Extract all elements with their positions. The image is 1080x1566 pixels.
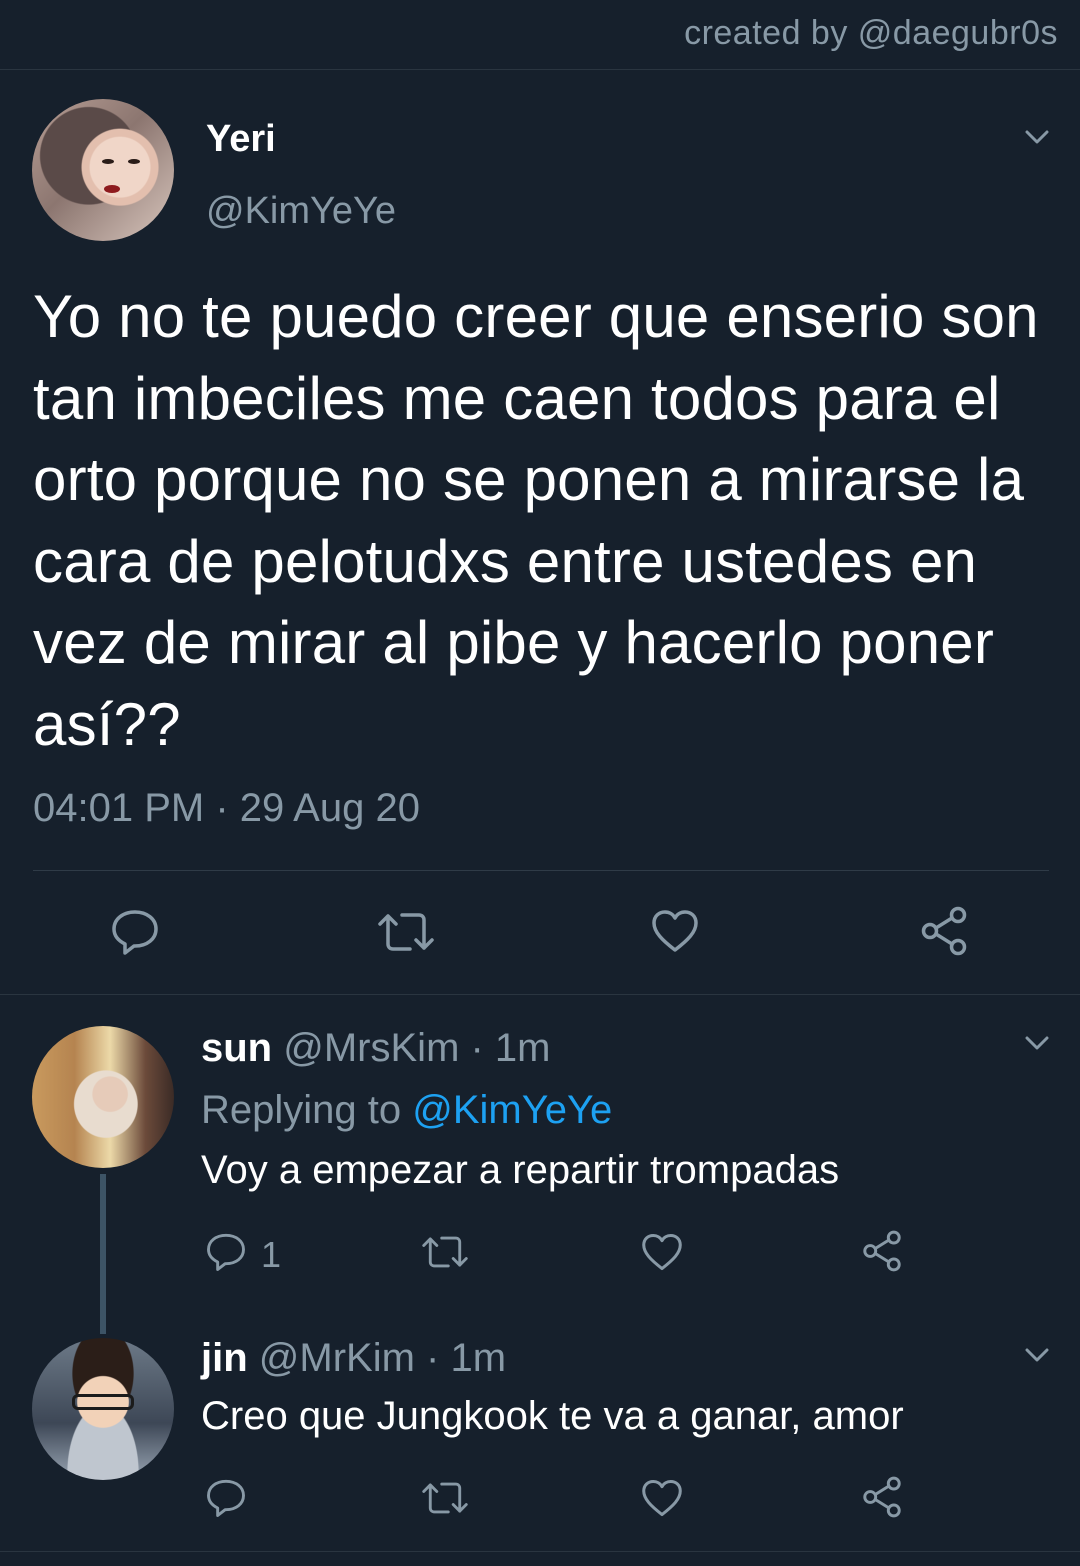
retweet-icon bbox=[420, 1480, 470, 1521]
reply-text: Voy a empezar a repartir trompadas bbox=[201, 1148, 840, 1192]
tweet-timestamp[interactable]: 04:01 PM · 29 Aug 20 bbox=[33, 786, 420, 831]
reply-count: 1 bbox=[261, 1233, 282, 1275]
reply-icon bbox=[205, 1232, 247, 1277]
reply-header: sun @MrsKim · 1m bbox=[201, 1026, 551, 1071]
share-icon bbox=[860, 1230, 904, 1277]
divider bbox=[33, 870, 1049, 871]
reply-icon bbox=[205, 1478, 247, 1523]
replying-prefix: Replying to bbox=[201, 1088, 413, 1132]
author-meta[interactable]: @MrsKim · 1m bbox=[283, 1026, 550, 1070]
credit-text: created by @daegubr0s bbox=[684, 14, 1058, 52]
like-button[interactable] bbox=[650, 908, 700, 959]
reply-icon bbox=[110, 908, 160, 961]
reply-button[interactable]: 1 bbox=[205, 1232, 281, 1277]
reply-button[interactable] bbox=[205, 1478, 247, 1523]
main-tweet: Yeri @KimYeYe Yo no te puedo creer que e… bbox=[0, 70, 1080, 995]
like-icon bbox=[640, 1478, 684, 1523]
author-handle[interactable]: @KimYeYe bbox=[206, 190, 396, 233]
chevron-down-icon[interactable] bbox=[1025, 1036, 1049, 1058]
like-button[interactable] bbox=[640, 1232, 684, 1277]
chevron-down-icon[interactable] bbox=[1025, 1348, 1049, 1370]
reply-header: jin @MrKim · 1m bbox=[201, 1336, 506, 1381]
author-meta[interactable]: @MrKim · 1m bbox=[259, 1336, 506, 1380]
author-name[interactable]: sun bbox=[201, 1026, 272, 1070]
share-button[interactable] bbox=[860, 1476, 904, 1523]
author-name[interactable]: jin bbox=[201, 1336, 248, 1380]
share-icon bbox=[918, 906, 970, 961]
share-button[interactable] bbox=[860, 1230, 904, 1277]
retweet-button[interactable] bbox=[420, 1234, 470, 1275]
retweet-icon bbox=[420, 1234, 470, 1275]
mention-link[interactable]: @KimYeYe bbox=[412, 1088, 612, 1132]
retweet-button[interactable] bbox=[376, 910, 436, 959]
reply-tweet[interactable]: jin @MrKim · 1m Creo que Jungkook te va … bbox=[0, 1308, 1080, 1552]
chevron-down-icon[interactable] bbox=[1025, 130, 1049, 152]
reply-button[interactable] bbox=[110, 908, 160, 961]
retweet-icon bbox=[376, 910, 436, 959]
retweet-button[interactable] bbox=[420, 1480, 470, 1521]
share-button[interactable] bbox=[918, 906, 970, 961]
author-name[interactable]: Yeri bbox=[206, 118, 276, 161]
like-icon bbox=[640, 1232, 684, 1277]
tweet-text: Yo no te puedo creer que enserio son tan… bbox=[33, 283, 1039, 758]
avatar[interactable] bbox=[32, 99, 174, 241]
share-icon bbox=[860, 1476, 904, 1523]
avatar[interactable] bbox=[32, 1338, 174, 1480]
reply-text: Creo que Jungkook te va a ganar, amor bbox=[201, 1394, 904, 1438]
replying-to: Replying to @KimYeYe bbox=[201, 1088, 612, 1133]
reply-tweet[interactable]: sun @MrsKim · 1m Replying to @KimYeYe Vo… bbox=[0, 996, 1080, 1308]
credit-bar: created by @daegubr0s bbox=[0, 0, 1080, 70]
avatar[interactable] bbox=[32, 1026, 174, 1168]
like-icon bbox=[650, 908, 700, 959]
like-button[interactable] bbox=[640, 1478, 684, 1523]
